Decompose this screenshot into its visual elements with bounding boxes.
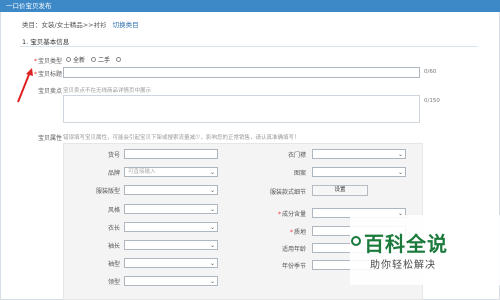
selling-point-hint: 宝贝卖点不在无线商品详情页中展示 <box>63 88 152 94</box>
watermark-title: 百科全说 <box>364 232 448 256</box>
section-divider <box>20 46 478 47</box>
section-title: 1. 宝贝基本信息 <box>22 38 70 46</box>
attr-label-style: 风格 <box>107 207 120 214</box>
sleeve-length-select[interactable]: ⌄ <box>124 240 218 250</box>
attr-label-pattern: 图案 <box>293 170 306 177</box>
attr-label-texture: *质地 <box>289 229 306 236</box>
brand-select[interactable]: 可直接输入 ⌄ <box>124 167 218 177</box>
sleeve-type-select[interactable]: ⌄ <box>124 258 218 268</box>
attr-label-length: 衣长 <box>107 225 120 232</box>
attr-label-style-detail: 服装款式细节 <box>269 189 306 196</box>
attr-label-composition: *成分含量 <box>277 211 306 218</box>
radio-circle-icon <box>116 57 122 62</box>
attr-label-sleeve-type: 袖型 <box>107 261 120 268</box>
page-title: 一口价宝贝发布 <box>6 2 52 10</box>
attr-label-fit: 服装版型 <box>95 188 120 195</box>
category-path: 类目：女装/女士精品>>衬衫 <box>22 21 107 29</box>
placket-select[interactable]: ⌄ <box>312 149 406 159</box>
attributes-label: 宝贝属性 <box>37 135 62 142</box>
switch-category-link[interactable]: 切换类目 <box>113 21 139 29</box>
chevron-down-icon: ⌄ <box>209 224 215 231</box>
selling-char-count: 0/150 <box>424 98 440 104</box>
item-title-input[interactable] <box>63 67 420 78</box>
annotation-arrow-icon <box>17 68 33 103</box>
watermark-subtitle: 助你轻松解决 <box>370 260 436 271</box>
attr-label-item-no: 货号 <box>107 152 120 159</box>
page-header: 一口价宝贝发布 <box>0 0 500 12</box>
selling-point-textarea[interactable] <box>63 95 420 123</box>
radio-circle-icon <box>66 57 71 62</box>
attr-label-sleeve-length: 袖长 <box>107 243 120 250</box>
category-breadcrumb: 类目：女装/女士精品>>衬衫 切换类目 <box>22 19 139 29</box>
chevron-down-icon: ⌄ <box>209 260 215 267</box>
pattern-select[interactable]: ⌄ <box>312 167 406 177</box>
watermark-logo-icon <box>351 236 361 246</box>
chevron-down-icon: ⌄ <box>209 278 215 285</box>
length-select[interactable]: ⌄ <box>124 222 218 232</box>
chevron-down-icon: ⌄ <box>209 206 215 213</box>
radio-secondhand[interactable]: 二手 <box>91 55 110 64</box>
chevron-down-icon: ⌄ <box>209 169 215 176</box>
collar-select[interactable]: ⌄ <box>124 276 218 286</box>
attr-label-age: 适用年龄 <box>281 246 306 253</box>
attributes-hint: 错误填写宝贝属性，可能会引起宝贝下架或搜索流量减少，影响您的正常销售，请认真准确… <box>63 135 300 141</box>
style-detail-set-button[interactable]: 设置 <box>312 185 368 196</box>
title-char-count: 0/60 <box>424 69 437 75</box>
radio-other[interactable] <box>116 57 122 62</box>
style-select[interactable]: ⌄ <box>124 204 218 214</box>
chevron-down-icon: ⌄ <box>209 187 215 194</box>
fit-select[interactable]: ⌄ <box>124 185 218 195</box>
item-type-label: *宝贝类型 <box>33 58 62 65</box>
item-no-input[interactable] <box>124 149 218 159</box>
attr-label-season: 年份季节 <box>281 263 306 270</box>
attr-label-brand: 品牌 <box>107 170 120 177</box>
radio-circle-icon <box>91 57 97 62</box>
chevron-down-icon: ⌄ <box>397 169 403 176</box>
attr-label-placket: 衣门襟 <box>287 152 306 159</box>
attr-label-collar: 领型 <box>107 279 120 286</box>
chevron-down-icon: ⌄ <box>397 151 403 158</box>
chevron-down-icon: ⌄ <box>209 242 215 249</box>
item-type-options: 全新 二手 <box>66 55 122 64</box>
radio-new[interactable]: 全新 <box>66 55 85 64</box>
